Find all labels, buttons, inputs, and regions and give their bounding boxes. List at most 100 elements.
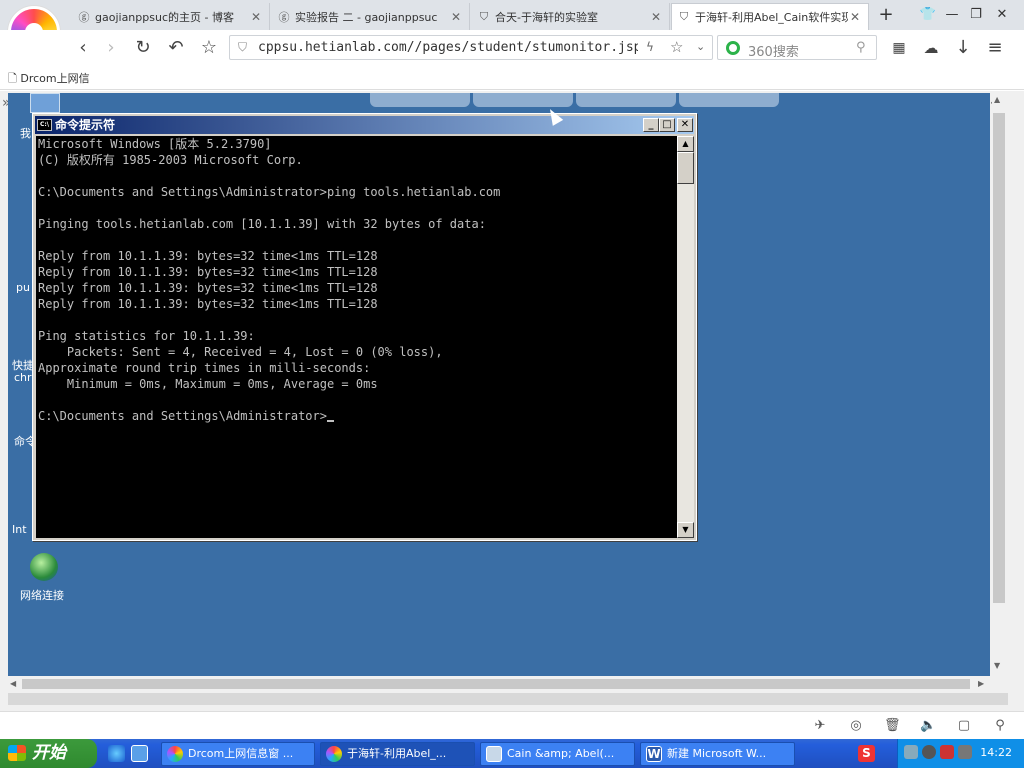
taskbar-button-word[interactable]: W 新建 Microsoft W... — [640, 742, 795, 766]
console-line: C:\Documents and Settings\Administrator> — [38, 408, 677, 424]
system-tray: 14:22 — [897, 739, 1024, 768]
scrollbar[interactable]: ▲ ▼ — [677, 136, 694, 538]
scroll-thumb[interactable] — [22, 679, 970, 689]
close-icon[interactable]: ✕ — [848, 10, 862, 24]
bookmark-drcom[interactable]: 🗋 Drcom上网信 — [8, 70, 90, 89]
taskbar-button-drcom[interactable]: Drcom上网信息窗 ... — [161, 742, 315, 766]
close-icon[interactable]: ✕ — [449, 10, 463, 24]
tray-icon[interactable] — [922, 745, 936, 759]
shirt-icon[interactable]: 👕 — [918, 5, 938, 25]
scroll-thumb[interactable] — [993, 113, 1005, 603]
scroll-thumb[interactable] — [677, 152, 694, 184]
tab-report[interactable]: ⓖ 实验报告 二 - gaojianppsuc ✕ — [272, 3, 470, 30]
scroll-right-icon[interactable]: ▶ — [978, 679, 984, 688]
console-output[interactable]: Microsoft Windows [版本 5.2.3790] (C) 版权所有 … — [36, 136, 677, 538]
clock[interactable]: 14:22 — [980, 746, 1012, 759]
cmd-title-bar[interactable]: C:\ 命令提示符 _ □ ✕ — [35, 116, 694, 134]
zoom-icon[interactable]: ⚲ — [992, 718, 1008, 734]
lab-tab[interactable] — [370, 93, 470, 107]
back-icon[interactable]: ‹ — [72, 37, 94, 59]
restore-button[interactable]: ❐ — [966, 5, 986, 25]
reload-icon[interactable]: ↻ — [132, 37, 154, 59]
browser-horizontal-scrollbar[interactable] — [8, 693, 1008, 705]
menu-icon[interactable]: ≡ — [984, 37, 1006, 59]
console-line: Pinging tools.hetianlab.com [10.1.1.39] … — [38, 217, 486, 231]
ie-icon[interactable] — [108, 745, 125, 762]
desktop-icon-label[interactable]: Int — [12, 523, 27, 536]
trash-icon[interactable]: 🗑 — [884, 718, 901, 734]
browser-icon — [326, 746, 342, 762]
page-horizontal-scrollbar[interactable]: ◀ ▶ — [8, 677, 990, 691]
sogou-input-icon[interactable]: S — [858, 745, 875, 762]
taskbar-button-abel-cain[interactable]: 于海轩-利用Abel_... — [320, 742, 475, 766]
scroll-up-icon[interactable]: ▲ — [677, 136, 694, 152]
page-vertical-scrollbar[interactable]: ▲ ▼ — [992, 93, 1006, 676]
shield-icon: ⛉ — [238, 40, 248, 54]
forward-icon[interactable]: › — [100, 37, 122, 59]
console-line: Reply from 10.1.1.39: bytes=32 time<1ms … — [38, 265, 378, 279]
windows-logo-icon — [8, 745, 26, 761]
console-line: C:\Documents and Settings\Administrator>… — [38, 185, 501, 199]
network-tray-icon[interactable] — [904, 745, 918, 759]
console-line: Approximate round trip times in milli-se… — [38, 361, 371, 375]
star-icon[interactable]: ☆ — [198, 37, 220, 59]
address-bar[interactable]: ⛉ cppsu.hetianlab.com//pages/student/stu… — [229, 35, 713, 60]
lab-tab[interactable] — [473, 93, 573, 107]
search-box[interactable]: 360搜索 ⚲ — [717, 35, 877, 60]
cloud-icon[interactable]: ☁ — [920, 37, 942, 59]
browser-tab-bar: ⓖ gaojianppsuc的主页 - 博客 ✕ ⓖ 实验报告 二 - gaoj… — [0, 0, 1024, 58]
taskbar-button-cain[interactable]: Cain &amp; Abel(... — [480, 742, 635, 766]
url-text[interactable]: cppsu.hetianlab.com//pages/student/stumo… — [258, 40, 638, 55]
lab-tab[interactable] — [576, 93, 676, 107]
window-icon[interactable]: ▢ — [956, 718, 972, 734]
volume-icon[interactable]: 🔈 — [920, 718, 936, 734]
maximize-button[interactable]: □ — [659, 118, 675, 132]
computer-icon[interactable] — [30, 93, 60, 113]
360-search-icon — [726, 41, 740, 55]
tab-blog-home[interactable]: ⓖ gaojianppsuc的主页 - 博客 ✕ — [72, 3, 270, 30]
search-input[interactable]: 360搜索 — [748, 41, 799, 60]
download-icon[interactable]: ↓ — [952, 37, 974, 59]
new-tab-button[interactable]: + — [876, 5, 896, 25]
browser-status-bar: ✈ ◎ 🗑 🔈 ▢ ⚲ — [0, 711, 1024, 739]
tab-lab[interactable]: ⛉ 合天-于海轩的实验室 ✕ — [472, 3, 670, 30]
close-button[interactable]: ✕ — [677, 118, 693, 132]
minimize-button[interactable]: _ — [643, 118, 659, 132]
close-window-button[interactable]: ✕ — [992, 5, 1012, 25]
close-icon[interactable]: ✕ — [249, 10, 263, 24]
undo-icon[interactable]: ↶ — [165, 37, 187, 59]
shield-icon: ⛉ — [679, 10, 689, 23]
scroll-up-icon[interactable]: ▲ — [994, 95, 1000, 104]
tray-icon[interactable] — [940, 745, 954, 759]
chevron-down-icon[interactable]: ⌄ — [696, 40, 705, 53]
desktop-icon-label[interactable]: 我 — [20, 125, 31, 141]
tab-active-abel-cain[interactable]: ⛉ 于海轩-利用Abel_Cain软件实现 ✕ — [671, 3, 869, 30]
scroll-down-icon[interactable]: ▼ — [994, 661, 1000, 670]
scroll-down-icon[interactable]: ▼ — [677, 522, 694, 538]
command-prompt-window[interactable]: C:\ 命令提示符 _ □ ✕ Microsoft Windows [版本 5.… — [32, 113, 697, 541]
desktop-icon-label[interactable]: 网络连接 — [20, 587, 64, 603]
text-cursor — [326, 420, 334, 422]
console-line: Ping statistics for 10.1.1.39: — [38, 329, 255, 343]
minimize-button[interactable]: — — [942, 5, 962, 25]
windows-taskbar: 开始 Drcom上网信息窗 ... 于海轩-利用Abel_... Cain &a… — [0, 739, 1024, 768]
start-button[interactable]: 开始 — [0, 739, 97, 768]
tray-icon[interactable] — [958, 745, 972, 759]
search-icon[interactable]: ⚲ — [856, 40, 866, 55]
lab-tab[interactable] — [679, 93, 779, 107]
favorite-star-icon[interactable]: ☆ — [670, 38, 683, 56]
close-icon[interactable]: ✕ — [649, 10, 663, 24]
scroll-left-icon[interactable]: ◀ — [10, 679, 16, 688]
show-desktop-icon[interactable] — [131, 745, 148, 762]
apps-icon[interactable]: ▦ — [888, 37, 910, 59]
network-connections-icon[interactable] — [30, 553, 58, 581]
desktop-icon-label[interactable]: pu — [16, 281, 30, 294]
accelerate-icon[interactable]: ◎ — [848, 718, 864, 734]
cmd-title: 命令提示符 — [55, 118, 116, 132]
pin-icon[interactable]: ✈ — [812, 718, 828, 734]
lightning-icon[interactable]: ϟ — [646, 40, 654, 54]
desktop-icon-label[interactable]: chr — [14, 371, 32, 384]
